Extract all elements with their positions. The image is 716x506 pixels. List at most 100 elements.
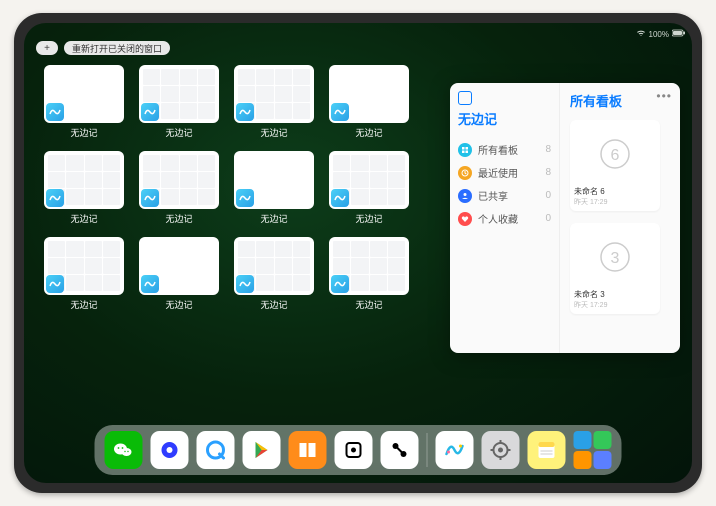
dock-settings-icon[interactable]	[482, 431, 520, 469]
thumbnail-card	[139, 237, 219, 295]
thumbnail-label: 无边记	[355, 126, 382, 139]
dock-dice-icon[interactable]	[335, 431, 373, 469]
sidebar-item-label: 最近使用	[478, 165, 518, 180]
sidebar-item[interactable]: 个人收藏 0	[458, 207, 551, 230]
board-card[interactable]: 3 未命名 3昨天 17:29	[570, 223, 660, 314]
freeform-icon	[46, 189, 64, 207]
freeform-icon	[46, 103, 64, 121]
window-thumbnail[interactable]: 无边记	[44, 65, 124, 139]
window-thumbnail[interactable]: 无边记	[234, 65, 314, 139]
ipad-frame: 100% + 重新打开已关闭的窗口 无边记无边记无边记无边记无边记无边记无边记无…	[14, 13, 702, 493]
screen: 100% + 重新打开已关闭的窗口 无边记无边记无边记无边记无边记无边记无边记无…	[24, 23, 692, 483]
sidebar-item[interactable]: 已共享 0	[458, 184, 551, 207]
dock-play-icon[interactable]	[243, 431, 281, 469]
sidebar-item-label: 所有看板	[478, 142, 518, 157]
top-controls: + 重新打开已关闭的窗口	[36, 41, 170, 55]
board-time: 昨天 17:29	[574, 300, 656, 310]
window-thumbnail[interactable]: 无边记	[234, 237, 314, 311]
sidebar-item-label: 个人收藏	[478, 211, 518, 226]
sidebar-item-label: 已共享	[478, 188, 508, 203]
board-name: 未命名 3	[574, 289, 656, 300]
dock-books-icon[interactable]	[289, 431, 327, 469]
window-thumbnail[interactable]: 无边记	[139, 237, 219, 311]
window-thumbnail[interactable]: 无边记	[139, 65, 219, 139]
window-thumbnail[interactable]: 无边记	[139, 151, 219, 225]
thumbnail-card	[329, 151, 409, 209]
board-name: 未命名 6	[574, 186, 656, 197]
thumbnail-label: 无边记	[260, 212, 287, 225]
thumbnail-label: 无边记	[70, 212, 97, 225]
thumbnail-label: 无边记	[260, 126, 287, 139]
thumbnail-card	[44, 65, 124, 123]
board-preview: 3	[574, 227, 656, 287]
reopen-closed-window-button[interactable]: 重新打开已关闭的窗口	[64, 41, 170, 55]
plus-icon: +	[44, 43, 50, 54]
reopen-label: 重新打开已关闭的窗口	[72, 42, 162, 55]
thumbnail-label: 无边记	[260, 298, 287, 311]
freeform-icon	[141, 103, 159, 121]
dock-connect-icon[interactable]	[381, 431, 419, 469]
status-bar: 100%	[30, 27, 686, 41]
freeform-icon	[141, 275, 159, 293]
board-preview: 6	[574, 124, 656, 184]
sidebar-item-count: 0	[545, 213, 551, 224]
dock	[95, 425, 622, 475]
freeform-icon	[236, 189, 254, 207]
board-card[interactable]: 6 未命名 6昨天 17:29	[570, 120, 660, 211]
freeform-app-window[interactable]: 无边记 所有看板8最近使用8已共享0个人收藏0 ••• 所有看板 6未命名 6昨…	[450, 83, 680, 353]
window-thumbnail[interactable]: 无边记	[44, 151, 124, 225]
thumbnail-card	[329, 65, 409, 123]
thumbnail-card	[234, 151, 314, 209]
thumbnail-label: 无边记	[165, 126, 192, 139]
thumbnail-label: 无边记	[165, 212, 192, 225]
square-grid-icon	[458, 143, 472, 157]
freeform-icon	[236, 103, 254, 121]
freeform-icon	[46, 275, 64, 293]
sidebar-item-count: 0	[545, 190, 551, 201]
sidebar-item[interactable]: 所有看板 8	[458, 138, 551, 161]
battery-pct: 100%	[649, 30, 669, 39]
sidebar-item-count: 8	[545, 167, 551, 178]
heart-icon	[458, 212, 472, 226]
wifi-icon	[636, 29, 646, 39]
window-grid: 无边记无边记无边记无边记无边记无边记无边记无边记无边记无边记无边记无边记	[44, 65, 414, 311]
thumbnail-card	[329, 237, 409, 295]
freeform-icon	[331, 103, 349, 121]
dock-wechat-icon[interactable]	[105, 431, 143, 469]
clock-icon	[458, 166, 472, 180]
sidebar-item-count: 8	[545, 144, 551, 155]
dock-quark-a-icon[interactable]	[151, 431, 189, 469]
person-icon	[458, 189, 472, 203]
sidebar-toggle-icon[interactable]	[458, 91, 472, 105]
dock-recent-apps-icon[interactable]	[574, 431, 612, 469]
thumbnail-label: 无边记	[70, 126, 97, 139]
thumbnail-label: 无边记	[355, 212, 382, 225]
thumbnail-label: 无边记	[70, 298, 97, 311]
thumbnail-card	[44, 237, 124, 295]
window-thumbnail[interactable]: 无边记	[329, 65, 409, 139]
freeform-icon	[141, 189, 159, 207]
sidebar: 无边记 所有看板 8 最近使用 8 已共享 0 个人收藏 0	[450, 83, 560, 353]
sidebar-item[interactable]: 最近使用 8	[458, 161, 551, 184]
dock-freeform-icon[interactable]	[436, 431, 474, 469]
thumbnail-card	[139, 151, 219, 209]
sidebar-title: 无边记	[458, 109, 551, 128]
main-panel: ••• 所有看板 6未命名 6昨天 17:293未命名 3昨天 17:29	[560, 83, 680, 353]
dock-notes-icon[interactable]	[528, 431, 566, 469]
freeform-icon	[331, 189, 349, 207]
add-window-button[interactable]: +	[36, 41, 58, 55]
board-time: 昨天 17:29	[574, 197, 656, 207]
main-title: 所有看板	[570, 91, 670, 110]
thumbnail-card	[234, 237, 314, 295]
window-thumbnail[interactable]: 无边记	[44, 237, 124, 311]
window-thumbnail[interactable]: 无边记	[329, 237, 409, 311]
freeform-icon	[236, 275, 254, 293]
thumbnail-card	[234, 65, 314, 123]
svg-text:6: 6	[611, 147, 620, 164]
window-thumbnail[interactable]: 无边记	[329, 151, 409, 225]
window-thumbnail[interactable]: 无边记	[234, 151, 314, 225]
thumbnail-card	[139, 65, 219, 123]
thumbnail-card	[44, 151, 124, 209]
dock-quark-b-icon[interactable]	[197, 431, 235, 469]
more-icon[interactable]: •••	[656, 89, 672, 103]
